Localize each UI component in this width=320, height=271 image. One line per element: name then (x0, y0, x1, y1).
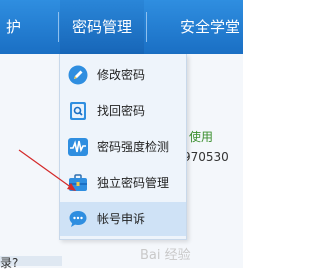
watermark-logo: Bai 经验 (140, 248, 191, 263)
annotation-arrow (18, 149, 76, 191)
